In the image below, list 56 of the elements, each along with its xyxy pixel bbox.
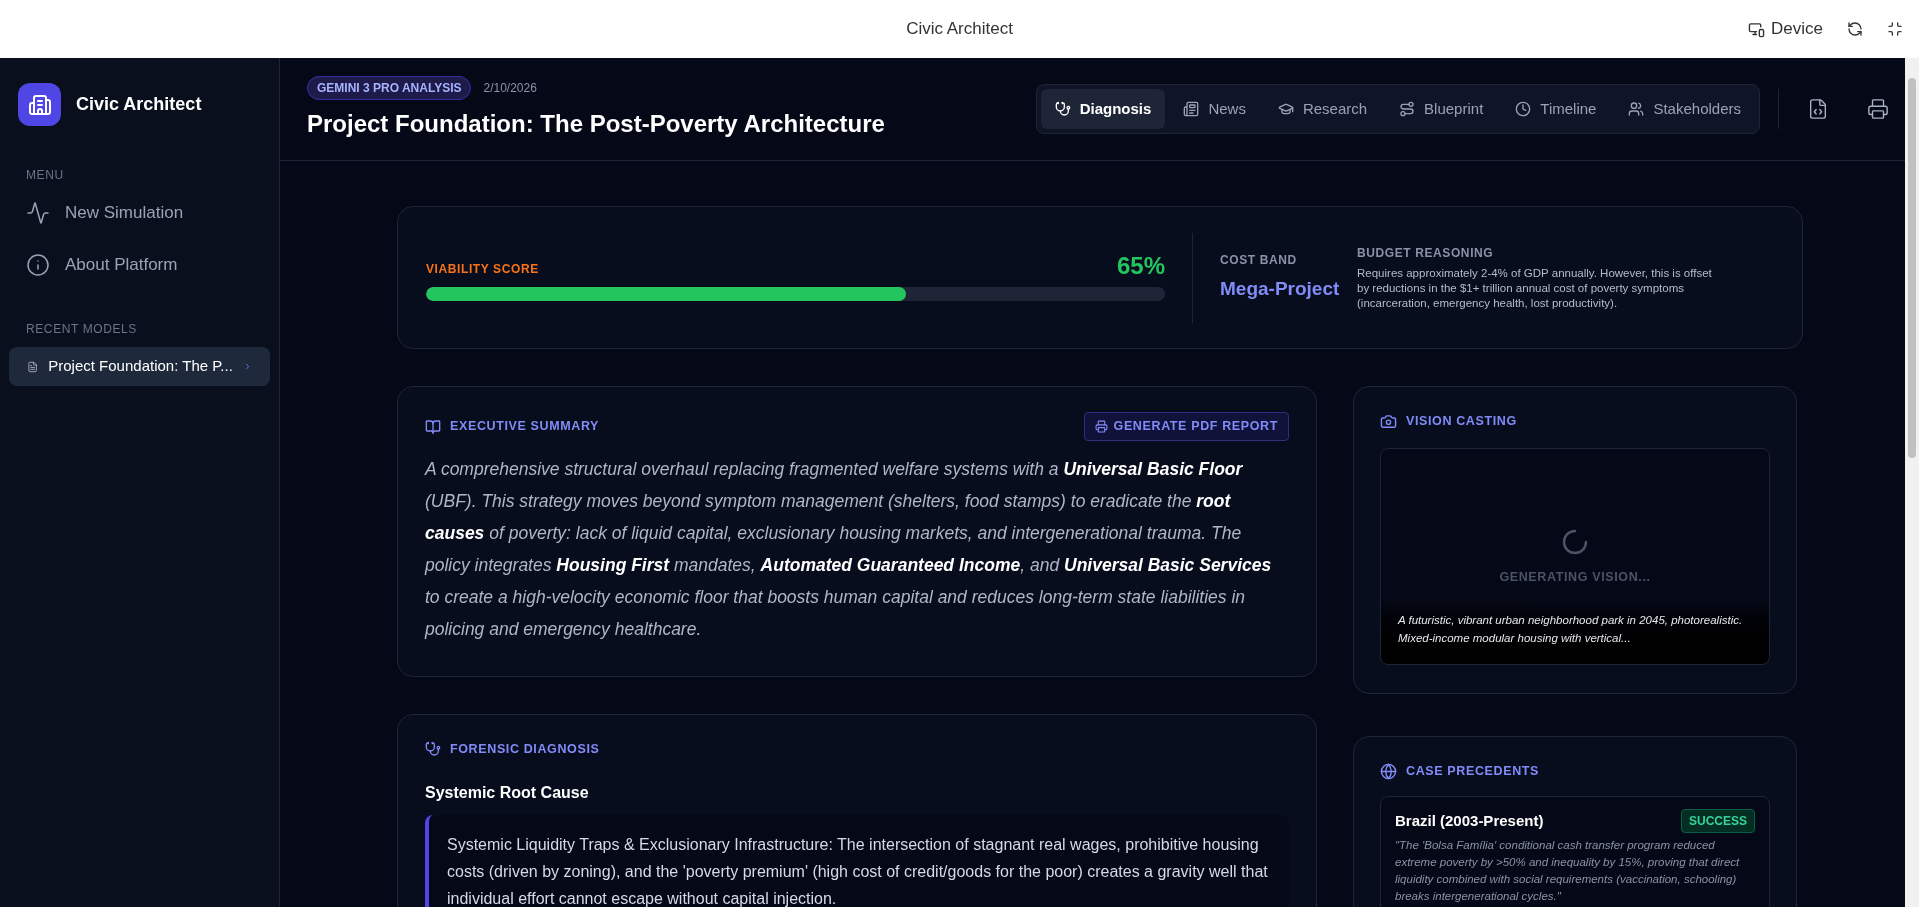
precedent-title: Brazil (2003-Present) [1395,810,1544,831]
budget-reasoning: Requires approximately 2-4% of GDP annually. However, this is offset by reductions in the $1+ trillion annual cost of poverty symptoms (incarceration, emergency health, lost productivity). [1357,266,1713,311]
generate-pdf-button[interactable]: GENERATE PDF REPORT [1083,412,1289,441]
root-cause-heading: Systemic Root Cause [425,782,590,803]
menu-item[interactable]: New Simulation [26,196,253,230]
stethoscope-icon [425,741,441,758]
clock-icon [1515,101,1532,117]
page-title: Civic Architect [906,18,1013,41]
precedent-quote: "The 'Bolsa Família' conditional cash transfer program reduced extreme poverty by >50% and inequality by 15%, proving that direct liquidity combined with social requirements (vaccination, schooling) breaks intergenerational cycles." [1395,837,1741,904]
summary-text: A comprehensive structural overhaul replacing fragmented welfare systems with a Universal Basic Floor (UBF). This strategy moves beyond symptom management (shelters, food stamps) to eradicate the root causes of poverty: lack of liquid capital, exclusionary housing markets, and intergenerational trauma. The policy integrates Housing First mandates, Automated Guaranteed Income, and Universal Basic Services to create a high-velocity economic floor that boosts human capital and reduces long-term state liabilities in policing and emergency healthcare. [425,458,1273,641]
tab[interactable]: Stakeholders [1614,89,1755,129]
tab[interactable]: News [1169,89,1260,129]
recent-heading: RECENT MODELS [25,321,138,338]
summary-heading: EXECUTIVE SUMMARY [450,418,600,436]
camera-icon [1380,412,1397,430]
cost-band-label: COST BAND [1220,252,1298,270]
info-icon [26,253,50,277]
route-icon [1399,101,1416,117]
viability-label: VIABILITY SCORE [426,261,539,278]
status-badge: SUCCESS [1681,808,1755,833]
graduation-cap-icon [1277,101,1294,117]
generating-status: GENERATING VISION... [1499,568,1651,586]
menu-heading: MENU [25,167,65,184]
tab[interactable]: Research [1263,89,1382,129]
stethoscope-icon [1054,101,1071,117]
globe-icon [1380,762,1397,780]
refresh-icon[interactable] [1847,21,1863,37]
budget-heading: BUDGET REASONING [1357,245,1495,262]
tab[interactable]: Timeline [1501,89,1611,129]
precedents-heading: CASE PRECEDENTS [1406,763,1539,780]
print-icon [1094,420,1108,433]
print-icon[interactable] [1867,98,1889,120]
users-icon [1628,101,1645,117]
tab[interactable]: Diagnosis [1040,89,1166,129]
export-code-icon[interactable] [1807,98,1829,120]
vision-caption: A futuristic, vibrant urban neighborhood park in 2045, photorealistic. Mixed-income modular housing with vertical... [1398,612,1744,646]
project-title: Project Foundation: The Post-Poverty Architecture [307,109,885,139]
viability-score: 65% [1116,254,1165,278]
collapse-icon[interactable] [1887,21,1903,37]
book-icon [425,418,441,435]
cost-band-value: Mega-Project [1220,277,1341,302]
device-icon [1748,20,1766,38]
tab[interactable]: Blueprint [1385,89,1498,129]
newspaper-icon [1183,101,1200,117]
app-name: Civic Architect [76,93,202,116]
app-logo [18,83,61,126]
diagnosis-heading: FORENSIC DIAGNOSIS [450,741,600,758]
root-cause-text: Systemic Liquidity Traps & Exclusionary Infrastructure: The intersection of stagnant real wages, prohibitive housing costs (driven by zoning), and the 'poverty premium' (high cost of credit/goods for the poor) creates a gravity well that individual effort cannot escape without capital injection. [447,834,1269,907]
loading-spinner-icon [1562,528,1588,555]
menu-item[interactable]: About Platform [26,248,253,282]
analysis-badge: GEMINI 3 PRO ANALYSIS [307,76,472,100]
pulse-icon [26,201,50,225]
recent-model-item[interactable]: Project Foundation: The P... [9,347,270,386]
date-label: 2/10/2026 [483,80,537,97]
vision-heading: VISION CASTING [1406,413,1517,430]
device-button[interactable]: Device [1748,16,1823,42]
